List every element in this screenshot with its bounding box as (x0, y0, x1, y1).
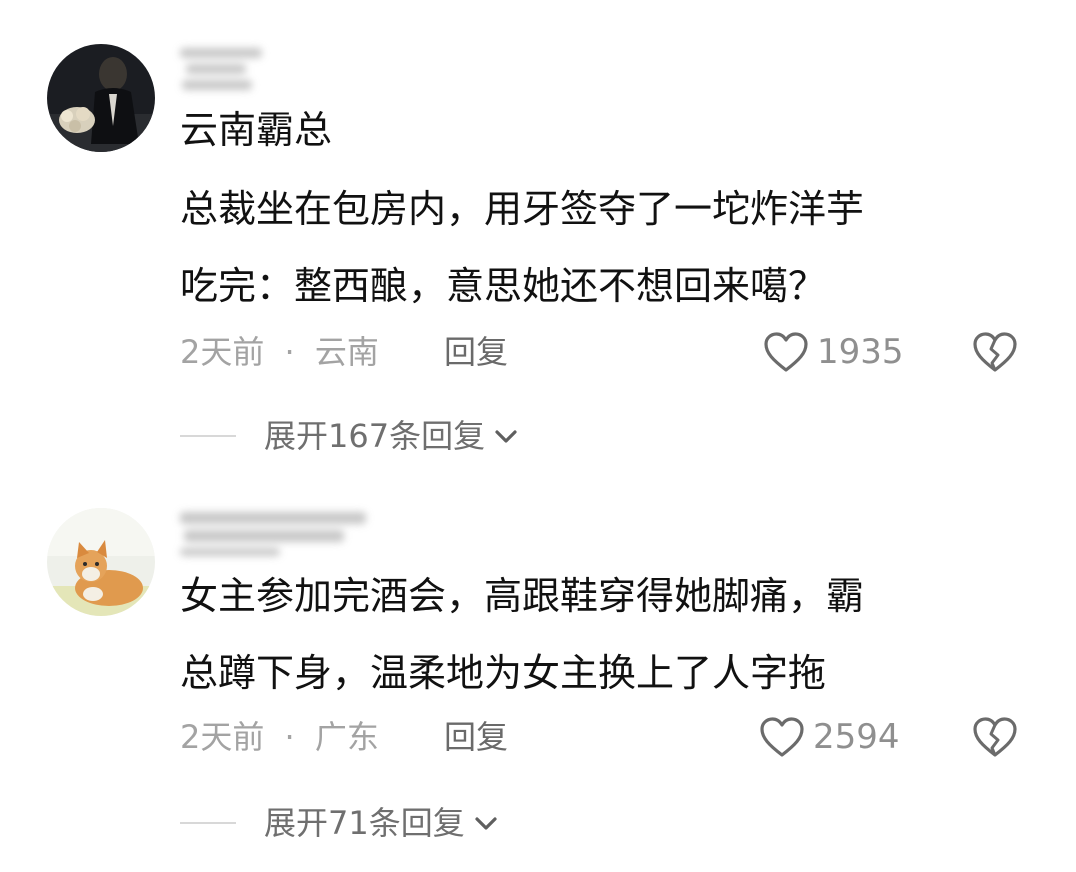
username[interactable]: 云南霸总 (180, 106, 332, 154)
comment-text-line: 总裁坐在包房内，用牙签夺了一坨炸洋芋 (180, 187, 865, 231)
comment-text-line: 吃完：整西酿，意思她还不想回来噶？ (180, 264, 827, 308)
heart-outline-icon (760, 717, 804, 757)
reply-button[interactable]: 回复 (444, 717, 508, 757)
comment-meta: 2天前 · 广东 (180, 717, 379, 757)
chevron-down-icon (495, 430, 517, 443)
avatar-man-icon (47, 44, 155, 152)
meta-separator: · (284, 333, 295, 371)
like-count: 1935 (817, 332, 904, 372)
like-count: 2594 (813, 717, 900, 757)
chevron-down-icon (475, 817, 497, 830)
heart-outline-icon (764, 332, 808, 372)
dislike-button[interactable] (972, 331, 1018, 373)
reply-button[interactable]: 回复 (444, 332, 508, 372)
like-button[interactable]: 2594 (759, 713, 900, 761)
blurred-username (180, 508, 370, 560)
avatar[interactable] (47, 44, 155, 152)
timestamp: 2天前 (180, 333, 265, 371)
dislike-button[interactable] (972, 716, 1018, 758)
blurred-username (180, 44, 270, 96)
avatar[interactable] (47, 508, 155, 616)
divider (180, 822, 236, 824)
meta-separator: · (284, 718, 295, 756)
broken-heart-icon (973, 332, 1017, 372)
like-button[interactable]: 1935 (763, 328, 904, 376)
expand-replies-button[interactable]: 展开71条回复 (180, 801, 501, 845)
expand-replies-button[interactable]: 展开167条回复 (180, 414, 521, 458)
divider (180, 435, 236, 437)
avatar-cat-icon (47, 508, 155, 616)
location: 广东 (314, 718, 379, 756)
broken-heart-icon (973, 717, 1017, 757)
comment-text-line: 女主参加完酒会，高跟鞋穿得她脚痛，霸 (180, 574, 865, 618)
timestamp: 2天前 (180, 718, 265, 756)
expand-replies-label: 展开71条回复 (264, 804, 465, 842)
location: 云南 (314, 333, 379, 371)
comment-meta: 2天前 · 云南 (180, 332, 379, 372)
expand-replies-label: 展开167条回复 (264, 417, 486, 455)
comment-text-line: 总蹲下身，温柔地为女主换上了人字拖 (180, 651, 827, 695)
